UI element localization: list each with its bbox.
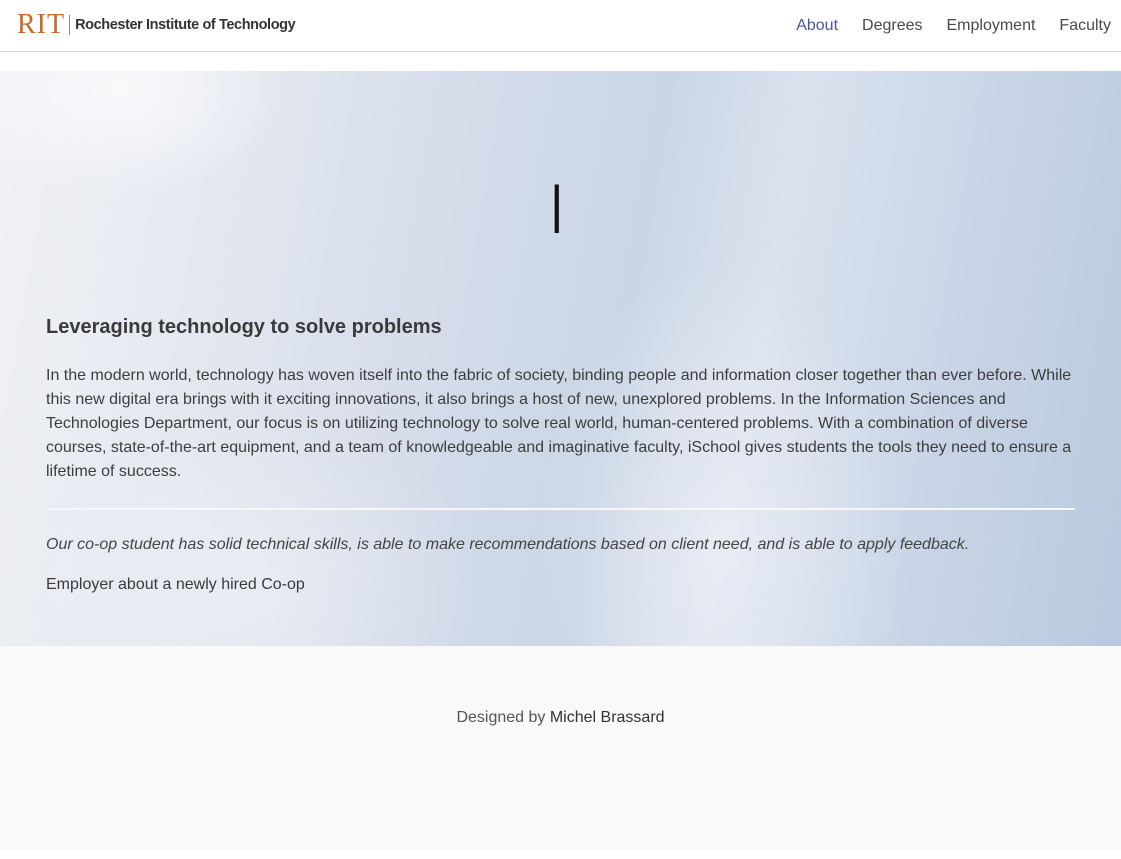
logo-divider: [69, 15, 71, 35]
rit-logo[interactable]: RIT Rochester Institute of Technology: [17, 9, 296, 40]
testimonial-quote: Our co-op student has solid technical sk…: [46, 536, 970, 553]
footer-credit-prefix: Designed by: [456, 709, 550, 726]
section-title: Leveraging technology to solve problems: [46, 316, 442, 338]
nav-link-about[interactable]: About: [796, 17, 838, 35]
section-body: In the modern world, technology has wove…: [46, 367, 1072, 480]
nav-link-faculty[interactable]: Faculty: [1059, 17, 1111, 35]
page-footer: Designed by Michel Brassard: [0, 646, 1121, 850]
about-hero: | Leveraging technology to solve problem…: [0, 71, 1121, 646]
testimonial-source: Employer about a newly hired Co-op: [46, 576, 305, 593]
typed-heading-cursor: |: [550, 176, 564, 234]
logo-mark: RIT: [17, 9, 66, 40]
footer-credit: Designed by Michel Brassard: [0, 709, 1121, 727]
footer-author-link[interactable]: Michel Brassard: [550, 709, 665, 726]
top-navbar: RIT Rochester Institute of Technology Ab…: [0, 0, 1121, 52]
logo-wordmark: Rochester Institute of Technology: [75, 17, 296, 33]
section-divider: [46, 508, 1075, 510]
nav-link-employment[interactable]: Employment: [947, 17, 1036, 35]
nav-link-degrees[interactable]: Degrees: [862, 17, 922, 35]
main-nav: About Degrees Employment Faculty: [772, 0, 1111, 52]
